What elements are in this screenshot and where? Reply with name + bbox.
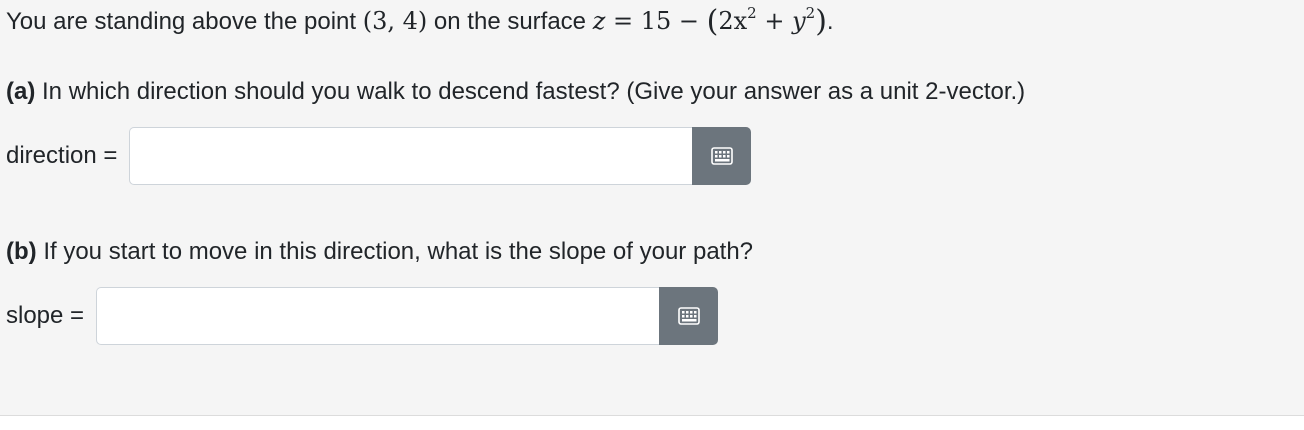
direction-label: direction = [6, 142, 118, 169]
exponent-one: 2 [747, 4, 757, 22]
keyboard-icon [711, 147, 733, 165]
direction-input-group [129, 127, 752, 185]
direction-answer-row: direction = [6, 127, 752, 185]
slope-label: slope = [6, 302, 85, 329]
part-a-question: (a) In which direction should you walk t… [6, 76, 1025, 108]
intro-prefix: You are standing above the point [6, 8, 363, 35]
page-below [0, 416, 1304, 430]
surface-equation: z = 15 − (2x2 + y2) [592, 4, 827, 39]
plus-sign: + [756, 7, 793, 35]
point-math: (3, 4) [362, 7, 428, 35]
part-b-tag: (b) [6, 238, 37, 265]
slope-keyboard-button[interactable] [659, 287, 719, 345]
z-variable: z [592, 7, 606, 35]
equation-rest: = 15 − [605, 7, 707, 35]
slope-input[interactable] [96, 287, 660, 345]
exponent-two: 2 [805, 4, 816, 22]
intro-middle: on the surface [427, 8, 593, 35]
intro-suffix: . [826, 8, 834, 35]
part-a-text: In which direction should you walk to de… [35, 78, 1026, 105]
open-paren: ( [706, 4, 719, 39]
part-a-tag: (a) [6, 78, 36, 105]
direction-input[interactable] [129, 127, 693, 185]
close-paren: ) [815, 4, 827, 39]
part-b-text: If you start to move in this direction, … [36, 238, 754, 265]
problem-container: You are standing above the point (3, 4) … [0, 0, 1304, 416]
direction-keyboard-button[interactable] [692, 127, 752, 185]
slope-input-group [96, 287, 719, 345]
part-b-question: (b) If you start to move in this directi… [6, 236, 753, 268]
keyboard-icon [677, 307, 700, 325]
slope-answer-row: slope = [6, 287, 719, 345]
problem-statement: You are standing above the point (3, 4) … [6, 4, 834, 38]
term-two: y [792, 7, 806, 35]
term-one: 2x [718, 7, 748, 35]
